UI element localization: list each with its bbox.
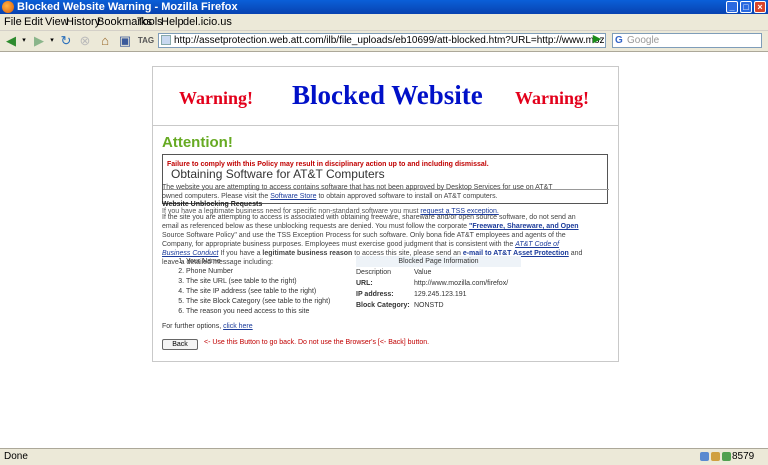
business-conduct-link[interactable]: Business Conduct [162, 250, 218, 257]
blocked-page-info-table: Blocked Page Information Description Val… [356, 256, 521, 311]
firefox-icon [2, 1, 14, 13]
forward-arrow-icon[interactable]: ▶ [30, 33, 48, 49]
paragraph-text: If you have a [220, 250, 261, 257]
back-arrow-icon[interactable]: ◀ [2, 33, 20, 49]
paragraph-line: The website you are attempting to access… [162, 184, 553, 191]
obtaining-software-heading: Obtaining Software for AT&T Computers [171, 167, 385, 181]
bookmark-icon[interactable]: ▣ [116, 33, 134, 49]
paragraph-line: email as referenced below as these unblo… [162, 222, 582, 231]
status-bar: Done 8579 [0, 448, 768, 465]
list-item: Phone Number [186, 267, 330, 277]
list-item: Your Name [186, 257, 330, 267]
paragraph-line: Company, for appropriate business purpos… [162, 240, 582, 249]
list-item: The reason you need access to this site [186, 307, 330, 317]
paragraph-text: owned computers. Please visit the [162, 193, 269, 200]
blocked-website-heading: Blocked Website [292, 80, 483, 110]
row-value: 129.245.123.191 [414, 291, 467, 298]
back-note: <- Use this Button to go back. Do not us… [204, 339, 430, 346]
warning-right: Warning! [515, 88, 590, 108]
paragraph-text: to obtain approved software to install o… [318, 193, 498, 200]
row-value: NONSTD [414, 302, 444, 309]
menu-tools[interactable]: Tools [137, 16, 163, 28]
page-favicon-icon [161, 35, 171, 45]
list-item: The site URL (see table to the right) [186, 277, 330, 287]
search-input[interactable]: G Google [612, 33, 762, 48]
status-addon-icon[interactable] [700, 452, 709, 461]
window-title: Blocked Website Warning - Mozilla Firefo… [17, 1, 238, 13]
policy-link[interactable]: "Freeware, Shareware, and Open [469, 223, 579, 230]
status-text: Done [4, 451, 28, 462]
tag-button[interactable]: TAG [137, 33, 155, 49]
forward-dropdown-icon[interactable]: ▾ [48, 33, 56, 49]
col-value: Value [414, 269, 432, 276]
window-titlebar: Blocked Website Warning - Mozilla Firefo… [0, 0, 768, 14]
row-label: IP address: [356, 291, 394, 298]
stop-icon[interactable]: ⊗ [76, 33, 94, 49]
paragraph-line: Source Software Policy" and use the TSS … [162, 232, 566, 239]
back-dropdown-icon[interactable]: ▾ [20, 33, 28, 49]
software-store-link[interactable]: Software Store [270, 193, 316, 200]
further-options: For further options, click here [162, 323, 253, 330]
go-icon[interactable]: ▶ [591, 33, 603, 46]
close-button[interactable]: × [754, 1, 766, 13]
code-of-conduct-link[interactable]: AT&T Code of [515, 241, 559, 248]
list-item: The site Block Category (see table to th… [186, 297, 330, 307]
status-count: 8579 [732, 451, 755, 462]
url-text: http://assetprotection.web.att.com/ilb/f… [174, 35, 606, 46]
row-label: URL: [356, 280, 373, 287]
warning-panel: Warning! Blocked Website Warning! Attent… [152, 66, 619, 362]
attention-heading: Attention! [162, 134, 233, 151]
menu-delicious[interactable]: del.icio.us [183, 16, 232, 28]
table-header-row: Description Value [356, 267, 521, 278]
requirements-list: Your Name Phone Number The site URL (see… [162, 257, 330, 317]
click-here-link[interactable]: click here [223, 323, 253, 330]
paragraph-text: and [570, 250, 583, 257]
paragraph-text: Company, for appropriate business purpos… [162, 241, 514, 248]
menu-file[interactable]: File [4, 16, 22, 28]
list-item: The site IP address (see table to the ri… [186, 287, 330, 297]
paragraph-text: email as referenced below as these unblo… [162, 223, 468, 230]
warning-left: Warning! [179, 88, 254, 108]
legit-reason: legitimate business reason [262, 250, 353, 257]
status-tag-icon[interactable] [711, 452, 720, 461]
minimize-button[interactable]: _ [726, 1, 738, 13]
navigation-toolbar: ◀ ▾ ▶ ▾ ↻ ⊗ ⌂ ▣ TAG http://assetprotecti… [0, 31, 768, 52]
table-row: Block Category: NONSTD [356, 300, 521, 311]
search-placeholder: Google [627, 35, 660, 46]
col-description: Description [356, 269, 392, 276]
back-button[interactable]: Back [162, 339, 198, 350]
paragraph-line: If the site you are attempting to access… [162, 214, 576, 221]
google-icon: G [615, 35, 623, 46]
row-value: http://www.mozilla.com/firefox/ [414, 280, 509, 287]
software-paragraph: The website you are attempting to access… [162, 183, 553, 201]
warning-banner: Warning! Blocked Website Warning! [153, 67, 618, 126]
status-stats-icon[interactable] [722, 452, 731, 461]
table-title: Blocked Page Information [356, 256, 521, 267]
url-field[interactable]: http://assetprotection.web.att.com/ilb/f… [158, 33, 606, 48]
page-content: Warning! Blocked Website Warning! Attent… [0, 52, 768, 448]
row-label: Block Category: [356, 302, 410, 309]
home-icon[interactable]: ⌂ [96, 33, 114, 49]
table-row: IP address: 129.245.123.191 [356, 289, 521, 300]
maximize-button[interactable]: □ [740, 1, 752, 13]
table-row: URL: http://www.mozilla.com/firefox/ [356, 278, 521, 289]
menu-help[interactable]: Help [161, 16, 184, 28]
menu-edit[interactable]: Edit [24, 16, 43, 28]
menu-bar: File Edit View History Bookmarks Tools H… [0, 14, 768, 31]
menu-history[interactable]: History [66, 16, 100, 28]
reload-icon[interactable]: ↻ [57, 33, 75, 49]
further-text: For further options, [162, 323, 222, 330]
